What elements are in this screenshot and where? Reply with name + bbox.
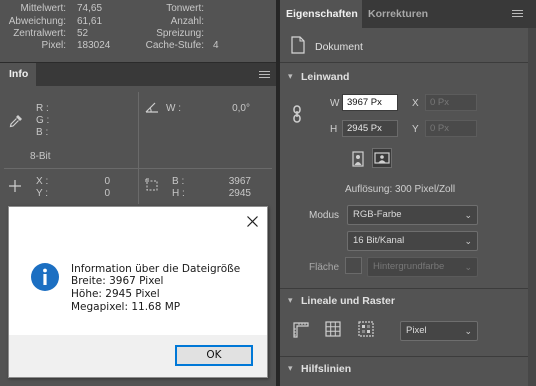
stat-label: Tonwert: [166, 3, 204, 14]
y-label: Y [412, 124, 419, 135]
close-icon[interactable] [247, 216, 258, 227]
tab-eigenschaften[interactable]: Eigenschaften [280, 0, 362, 28]
fill-select[interactable]: Hintergrundfarbe ⌄ [367, 257, 478, 277]
info-panel: R : G : B : 8-Bit W : 0,0° X : 0 Y : 0 B… [0, 86, 276, 206]
height-field[interactable]: 2945 Px [342, 120, 398, 137]
pos-label-x: X : [36, 176, 49, 187]
panel-menu-icon[interactable] [259, 71, 270, 79]
dialog-message-title: Information über die Dateigröße [71, 263, 241, 275]
tab-info[interactable]: Info [0, 63, 36, 87]
chevron-down-icon: ▾ [288, 363, 293, 373]
file-size-dialog: Information über die Dateigröße Breite: … [8, 206, 268, 378]
divider [4, 168, 272, 169]
angle-icon [145, 102, 158, 113]
info-icon [31, 263, 59, 291]
pos-label-y: Y : [36, 188, 49, 199]
section-guides[interactable]: ▾ Hilfslinien [280, 356, 528, 382]
grid-icon[interactable] [324, 320, 342, 338]
section-rulers[interactable]: ▾ Lineale und Raster [280, 288, 528, 314]
mode-value: RGB-Farbe [353, 209, 402, 220]
angle-value: 0,0° [232, 103, 250, 114]
x-field[interactable]: 0 Px [425, 94, 477, 111]
section-guides-label: Hilfslinien [301, 363, 352, 375]
pos-value-x: 0 [104, 176, 110, 187]
fill-label: Fläche [309, 262, 340, 273]
selection-size-icon [145, 178, 158, 191]
stat-value: 52 [77, 28, 89, 39]
stat-label: Abweichung: [8, 16, 66, 27]
tab-korrekturen[interactable]: Korrekturen [368, 0, 428, 28]
width-label: W [330, 98, 340, 109]
scrollbar-track[interactable] [528, 28, 536, 386]
eyedropper-icon [9, 115, 22, 128]
bit-depth: 8-Bit [30, 151, 51, 162]
landscape-button[interactable] [372, 148, 392, 168]
dialog-line-height: Höhe: 2945 Pixel [71, 288, 160, 300]
histogram-stats: Mittelwert: 74,65 Abweichung: 61,61 Zent… [0, 0, 276, 62]
divider [138, 92, 139, 204]
ruler-icon[interactable] [292, 321, 310, 339]
stat-value: 4 [213, 40, 219, 51]
divider [280, 62, 528, 63]
stat-value: 74,65 [77, 3, 103, 14]
dialog-title-bar [9, 207, 267, 237]
ok-button-label: OK [206, 349, 222, 361]
portrait-button[interactable] [347, 148, 367, 168]
chevron-down-icon: ▾ [288, 71, 293, 81]
stat-label: Anzahl: [170, 16, 204, 27]
dialog-line-width: Breite: 3967 Pixel [71, 275, 164, 287]
stat-label: Spreizung: [156, 28, 204, 39]
portrait-icon [352, 151, 364, 167]
document-label: Dokument [315, 41, 363, 53]
stat-label: Mittelwert: [20, 3, 66, 14]
ok-button[interactable]: OK [175, 345, 253, 366]
stat-label: Pixel: [41, 40, 66, 51]
crosshair-icon [9, 180, 21, 192]
info-tab-bar: Info [0, 62, 276, 87]
pos-value-y: 0 [104, 188, 110, 199]
mode-label: Modus [309, 210, 340, 221]
section-canvas[interactable]: ▾ Leinwand [280, 65, 528, 91]
stat-label: Cache-Stufe: [145, 40, 204, 51]
chevron-down-icon: ⌄ [464, 236, 472, 246]
section-rulers-label: Lineale und Raster [301, 295, 395, 307]
y-field[interactable]: 0 Px [425, 120, 477, 137]
height-label: H [330, 124, 338, 135]
properties-tab-bar: Eigenschaften Korrekturen [280, 0, 536, 28]
resolution-text: Auflösung: 300 Pixel/Zoll [345, 184, 456, 195]
units-value: Pixel [406, 325, 427, 336]
stat-value: 61,61 [77, 16, 103, 27]
chevron-down-icon: ⌄ [464, 326, 472, 336]
mode-select[interactable]: RGB-Farbe ⌄ [347, 205, 478, 225]
chevron-down-icon: ⌄ [464, 262, 472, 272]
pixel-grid-icon[interactable] [357, 320, 375, 338]
bit-depth-value: 16 Bit/Kanal [353, 235, 405, 246]
stat-label: Zentralwert: [13, 28, 66, 39]
section-canvas-label: Leinwand [301, 71, 350, 83]
color-label-r: R : [36, 103, 49, 114]
size-value-b: 3967 [228, 176, 251, 187]
link-icon[interactable] [291, 105, 303, 123]
color-label-g: G : [36, 115, 50, 126]
color-label-b: B : [36, 127, 49, 138]
angle-label: W : [166, 103, 181, 114]
chevron-down-icon: ⌄ [464, 210, 472, 220]
stat-value: 183024 [77, 40, 111, 51]
size-label-b: B : [172, 176, 185, 187]
bit-depth-select[interactable]: 16 Bit/Kanal ⌄ [347, 231, 478, 251]
size-label-h: H : [172, 188, 185, 199]
fill-color-swatch[interactable] [345, 257, 362, 274]
document-icon [291, 36, 305, 54]
panel-menu-icon[interactable] [512, 10, 523, 18]
width-field[interactable]: 3967 Px [342, 94, 398, 111]
fill-value: Hintergrundfarbe [373, 261, 445, 272]
landscape-icon [374, 152, 390, 164]
units-select[interactable]: Pixel ⌄ [400, 321, 478, 341]
dialog-line-megapixel: Megapixel: 11.68 MP [71, 301, 181, 313]
chevron-down-icon: ▾ [288, 295, 293, 305]
x-label: X [412, 98, 419, 109]
size-value-h: 2945 [228, 188, 251, 199]
